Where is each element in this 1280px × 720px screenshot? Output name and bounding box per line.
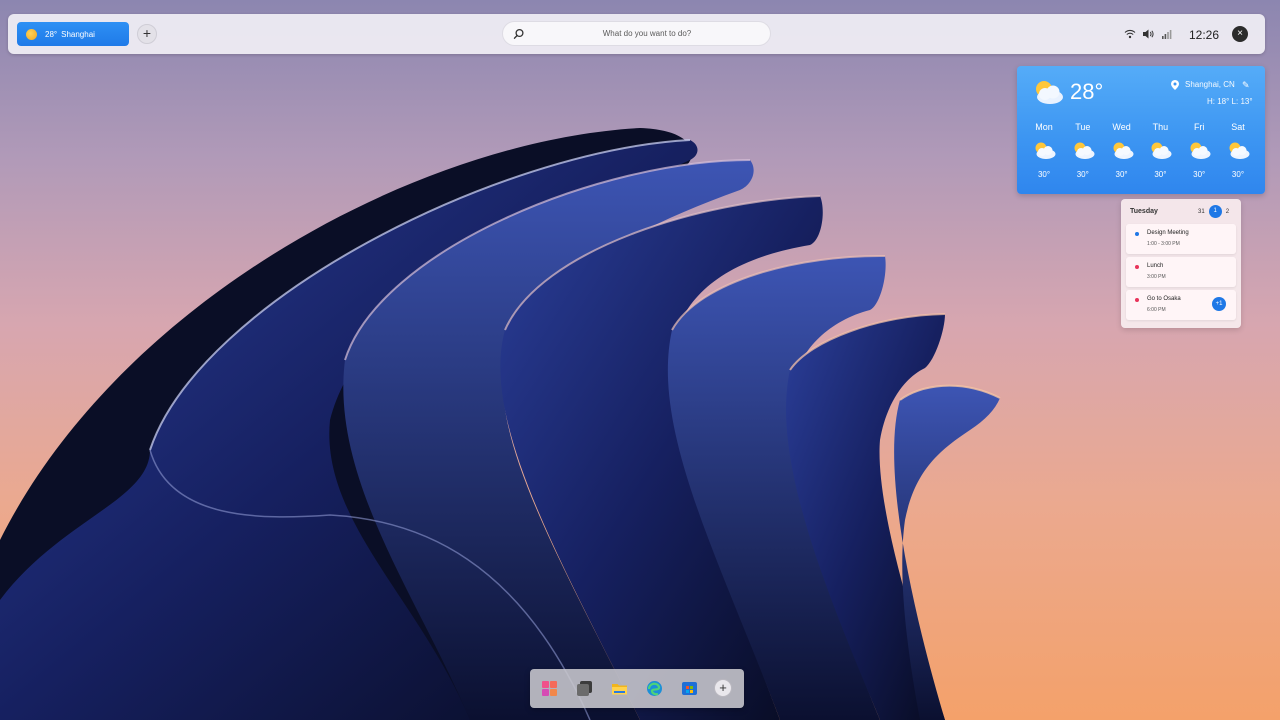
forecast-day-name: Tue xyxy=(1075,122,1091,132)
event-title: Go to Osaka xyxy=(1147,296,1181,302)
top-bar: 28° Shanghai + 12:26 × xyxy=(8,14,1265,54)
dock: + xyxy=(530,669,744,708)
clock[interactable]: 12:26 xyxy=(1189,28,1219,42)
calendar-event[interactable]: Go to Osaka 6:00 PM +1 xyxy=(1126,290,1236,320)
event-color-dot xyxy=(1135,232,1139,236)
partly-cloudy-icon xyxy=(1141,136,1179,164)
system-tray xyxy=(1124,27,1173,41)
forecast-day: Sat 30° xyxy=(1219,122,1257,179)
calendar-day-label: Tuesday xyxy=(1130,208,1158,215)
calendar-date-strip: 31 1 2 xyxy=(1198,205,1229,218)
forecast-day-name: Sat xyxy=(1231,122,1245,132)
forecast-day: Mon 30° xyxy=(1025,122,1063,179)
calendar-widget[interactable]: Tuesday 31 1 2 Design Meeting 1:00 - 3:0… xyxy=(1121,199,1241,328)
calendar-event[interactable]: Lunch 3:00 PM xyxy=(1126,257,1236,287)
edit-pencil-icon[interactable]: ✎ xyxy=(1242,80,1250,91)
event-color-dot xyxy=(1135,298,1139,302)
power-button[interactable]: × xyxy=(1232,26,1248,42)
weather-pill-temp: 28° xyxy=(45,29,58,39)
sun-icon xyxy=(26,28,37,40)
calendar-date-prev[interactable]: 31 xyxy=(1198,209,1205,215)
forecast-day-temp: 30° xyxy=(1076,170,1089,179)
partly-cloudy-icon xyxy=(1036,81,1063,104)
location-pin-icon xyxy=(1171,80,1179,90)
forecast-day: Wed 30° xyxy=(1103,122,1141,179)
forecast-day: Tue 30° xyxy=(1064,122,1102,179)
forecast-day-temp: 30° xyxy=(1037,170,1051,179)
add-widget-button[interactable]: + xyxy=(137,24,157,44)
forecast-day-name: Thu xyxy=(1152,122,1169,132)
forecast-day-name: Mon xyxy=(1035,122,1053,132)
partly-cloudy-icon xyxy=(1064,136,1102,164)
calendar-event-list: Design Meeting 1:00 - 3:00 PM Lunch 3:00… xyxy=(1126,224,1236,323)
task-view-icon[interactable] xyxy=(576,680,593,697)
weather-pill-city: Shanghai xyxy=(61,29,95,39)
calendar-date-current[interactable]: 1 xyxy=(1208,205,1222,218)
partly-cloudy-icon xyxy=(1180,136,1218,164)
event-time: 6:00 PM xyxy=(1147,307,1166,313)
partly-cloudy-icon xyxy=(1025,136,1063,164)
forecast-day-temp: 30° xyxy=(1193,170,1206,179)
search-icon xyxy=(513,28,524,39)
signal-icon[interactable] xyxy=(1161,28,1173,40)
forecast-day-temp: 30° xyxy=(1115,170,1128,179)
weather-pill-button[interactable]: 28° Shanghai xyxy=(17,22,129,46)
wifi-icon[interactable] xyxy=(1124,28,1136,40)
forecast-day-name: Wed xyxy=(1112,122,1131,132)
event-title: Design Meeting xyxy=(1147,230,1189,236)
weather-forecast: Mon 30° Tue 30° Wed 30° Thu 30° Fri 30° … xyxy=(1025,122,1257,179)
start-icon[interactable] xyxy=(541,680,558,697)
weather-temp: 28° xyxy=(1070,79,1104,104)
event-title: Lunch xyxy=(1147,263,1164,269)
weather-high-low: H: 18° L: 13° xyxy=(1207,97,1253,106)
volume-icon[interactable] xyxy=(1142,28,1155,40)
calendar-event[interactable]: Design Meeting 1:00 - 3:00 PM xyxy=(1126,224,1236,254)
weather-widget[interactable]: 28° Shanghai, CN ✎ H: 18° L: 13° Mon 30°… xyxy=(1017,66,1265,194)
store-icon[interactable] xyxy=(681,680,698,697)
partly-cloudy-icon xyxy=(1219,136,1257,164)
partly-cloudy-icon xyxy=(1103,136,1141,164)
forecast-day-temp: 30° xyxy=(1231,170,1245,179)
forecast-day-name: Fri xyxy=(1193,122,1205,132)
forecast-day: Thu 30° xyxy=(1141,122,1179,179)
search-input[interactable] xyxy=(531,24,763,43)
event-time: 1:00 - 3:00 PM xyxy=(1147,241,1180,247)
forecast-day-temp: 30° xyxy=(1154,170,1167,179)
forecast-day: Fri 30° xyxy=(1180,122,1218,179)
edge-icon[interactable] xyxy=(646,680,663,697)
weather-location: Shanghai, CN xyxy=(1185,80,1235,89)
file-explorer-icon[interactable] xyxy=(611,680,628,697)
event-time: 3:00 PM xyxy=(1147,274,1166,280)
search-bar[interactable] xyxy=(502,21,771,46)
event-color-dot xyxy=(1135,265,1139,269)
dock-add-button[interactable]: + xyxy=(714,679,732,697)
calendar-date-next[interactable]: 2 xyxy=(1226,209,1229,215)
more-events-badge[interactable]: +1 xyxy=(1212,297,1226,311)
